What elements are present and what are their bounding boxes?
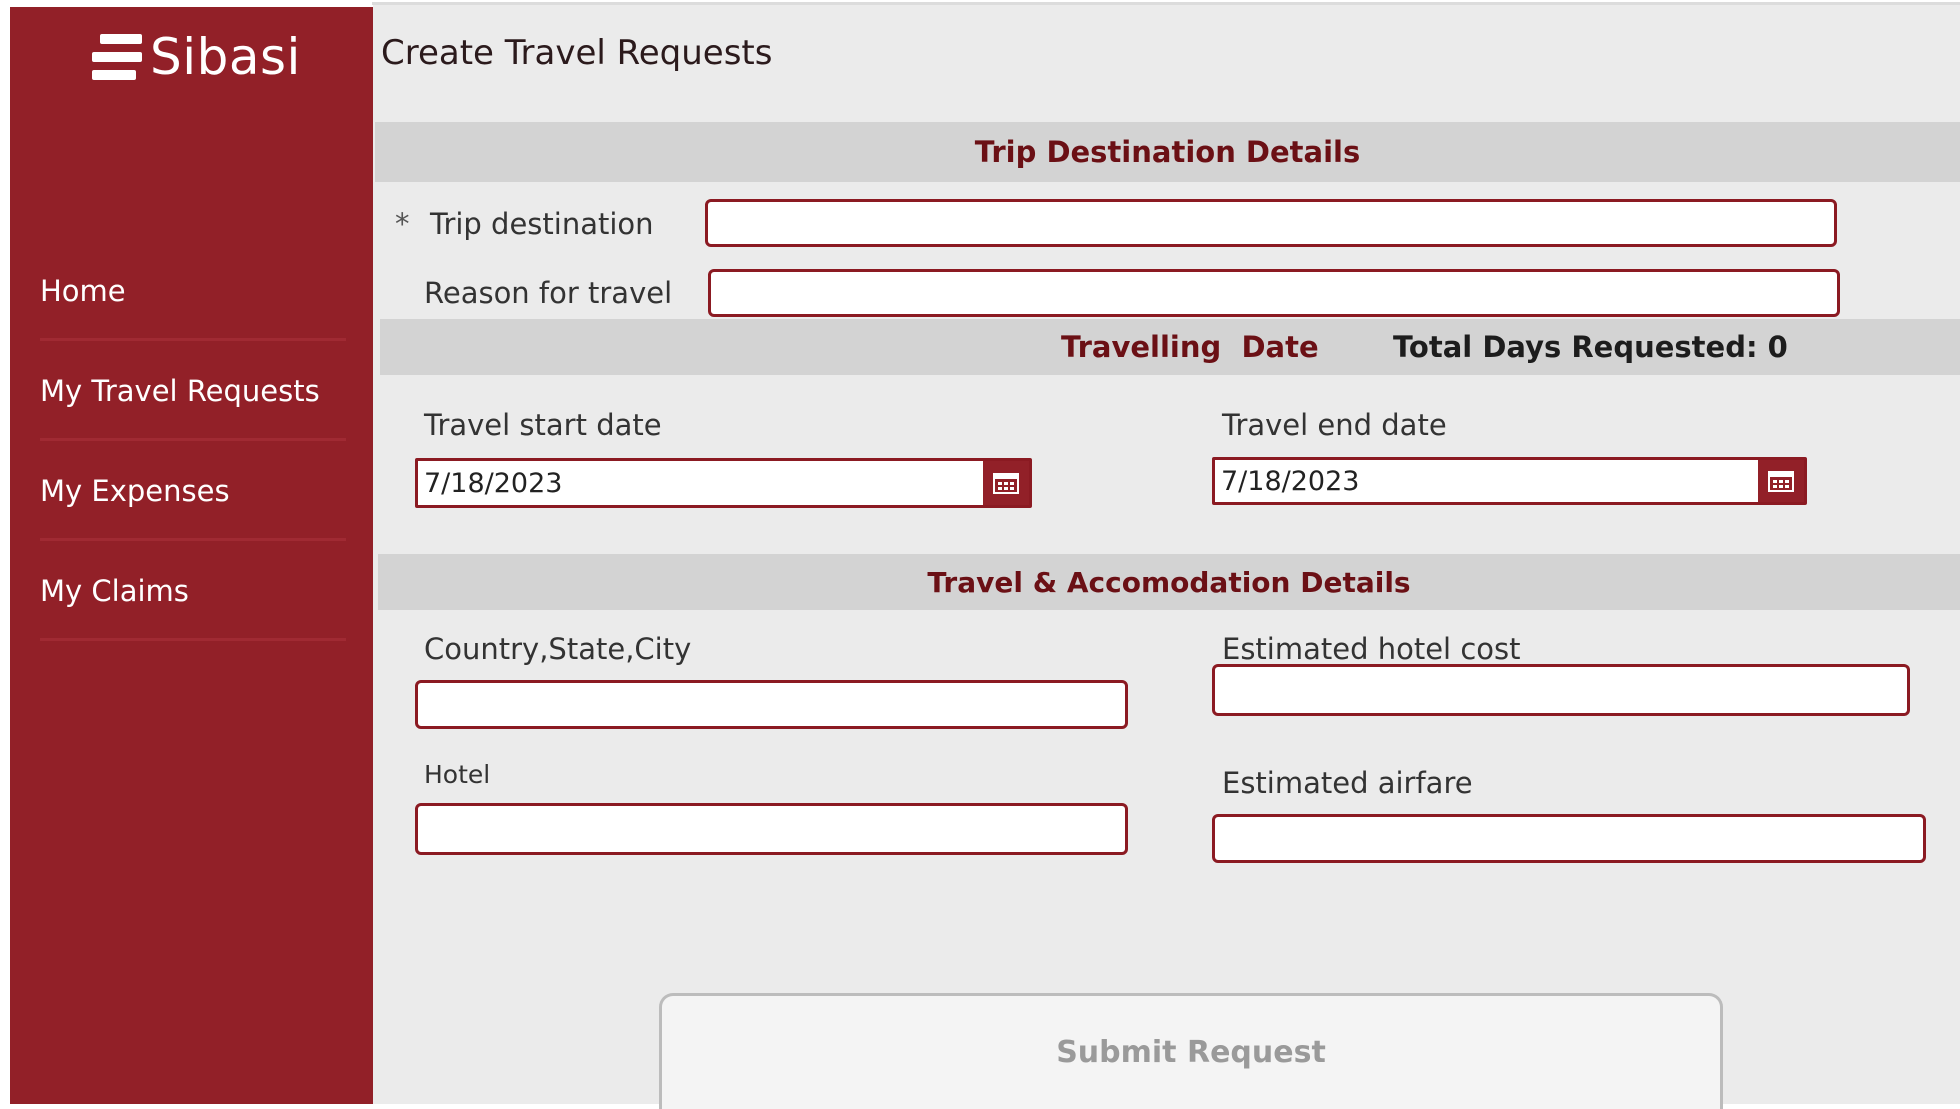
calendar-icon[interactable] (983, 461, 1029, 505)
trip-destination-header: Trip Destination Details (375, 122, 1960, 182)
estimated-hotel-cost-input[interactable] (1212, 664, 1910, 716)
accommodation-header: Travel & Accomodation Details (378, 554, 1960, 610)
sidebar-item-home[interactable]: Home (40, 243, 346, 341)
trip-destination-label: Trip destination (430, 207, 654, 241)
travel-start-date-picker[interactable]: 7/18/2023 (415, 458, 1032, 508)
travel-start-date-value: 7/18/2023 (424, 467, 563, 499)
estimated-hotel-cost-label: Estimated hotel cost (1222, 632, 1521, 666)
travelling-date-title: Travelling Date (1061, 330, 1319, 364)
calendar-icon[interactable] (1758, 460, 1804, 502)
sidebar-item-my-claims[interactable]: My Claims (40, 543, 346, 641)
trip-destination-input[interactable] (705, 199, 1837, 247)
travel-end-date-label: Travel end date (1222, 408, 1447, 442)
sidebar: Sibasi Home My Travel Requests My Expens… (10, 7, 373, 1104)
travel-end-date-value: 7/18/2023 (1221, 465, 1360, 497)
sidebar-item-my-travel-requests[interactable]: My Travel Requests (40, 343, 346, 441)
reason-for-travel-input[interactable] (708, 269, 1840, 317)
required-marker: * (395, 207, 410, 241)
main-content: Create Travel Requests Trip Destination … (373, 5, 1960, 1109)
country-state-city-input[interactable] (415, 680, 1128, 729)
sidebar-item-my-expenses[interactable]: My Expenses (40, 443, 346, 541)
total-days-requested: Total Days Requested: 0 (1393, 330, 1788, 364)
sidebar-item-label: My Travel Requests (40, 373, 320, 408)
logo: Sibasi (92, 27, 301, 87)
sidebar-item-label: Home (40, 273, 126, 308)
trip-destination-title: Trip Destination Details (974, 135, 1361, 169)
estimated-airfare-input[interactable] (1212, 814, 1926, 863)
logo-mark-icon (92, 34, 144, 80)
accommodation-title: Travel & Accomodation Details (927, 565, 1411, 599)
country-state-city-label: Country,State,City (424, 632, 692, 666)
page-title: Create Travel Requests (381, 33, 773, 73)
travelling-date-header: Travelling Date Total Days Requested: 0 (380, 319, 1960, 375)
hotel-input[interactable] (415, 803, 1128, 855)
reason-for-travel-label: Reason for travel (424, 276, 673, 310)
logo-text: Sibasi (150, 28, 301, 86)
hotel-label: Hotel (424, 760, 491, 789)
estimated-airfare-label: Estimated airfare (1222, 766, 1473, 800)
travel-end-date-picker[interactable]: 7/18/2023 (1212, 457, 1807, 505)
travel-start-date-label: Travel start date (424, 408, 662, 442)
submit-request-button[interactable]: Submit Request (659, 993, 1723, 1109)
sidebar-item-label: My Expenses (40, 473, 230, 508)
sidebar-item-label: My Claims (40, 573, 189, 608)
